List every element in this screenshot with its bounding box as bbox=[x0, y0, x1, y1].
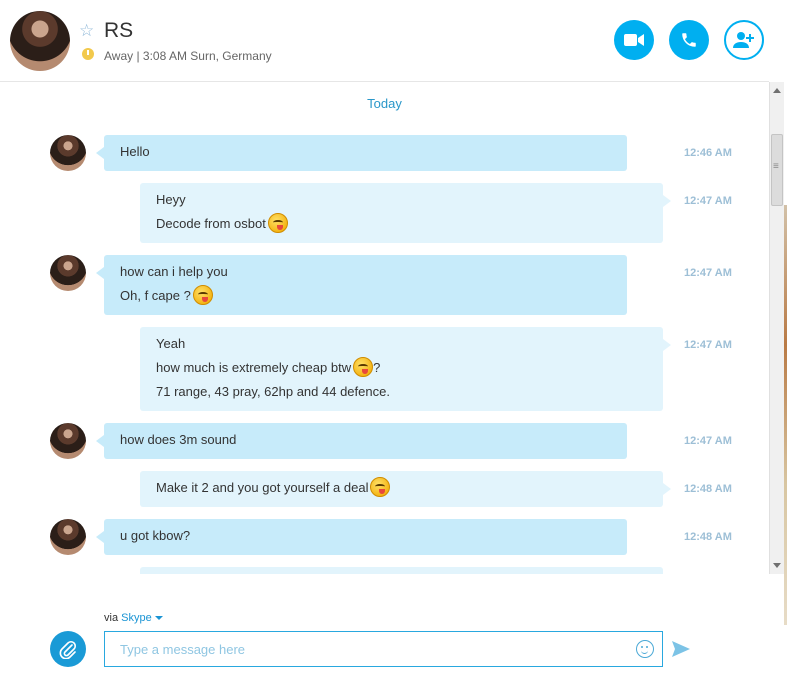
phone-icon bbox=[682, 33, 696, 47]
scroll-down-icon[interactable] bbox=[773, 563, 781, 568]
message-text: Heyy bbox=[156, 192, 186, 207]
message-text: how can i help you bbox=[120, 264, 228, 279]
message-time: 12:47 AM bbox=[684, 267, 732, 279]
chevron-down-icon[interactable] bbox=[154, 616, 163, 621]
message-text: how does 3m sound bbox=[120, 432, 237, 447]
clock-icon bbox=[82, 48, 94, 60]
sender-avatar[interactable] bbox=[50, 423, 86, 459]
message-time: 12:47 AM bbox=[684, 339, 732, 351]
message-bubble[interactable]: Hello bbox=[96, 135, 627, 171]
contact-name[interactable]: RS bbox=[104, 19, 133, 43]
message-bubble[interactable]: how can i help you Oh, f cape ? bbox=[96, 255, 627, 315]
message-text: 71 range, 43 pray, 62hp and 44 defence. bbox=[156, 384, 390, 399]
sender-avatar[interactable] bbox=[50, 135, 86, 171]
emoji-icon bbox=[267, 213, 288, 233]
message-text: how much is extremely cheap btw bbox=[156, 360, 352, 375]
audio-call-button[interactable] bbox=[669, 20, 709, 60]
message-text: Hello bbox=[120, 144, 150, 159]
contact-avatar[interactable] bbox=[10, 11, 70, 71]
contact-status: Away | 3:08 AM Surn, Germany bbox=[104, 49, 272, 63]
chat-scrollbar[interactable] bbox=[769, 82, 784, 574]
message-bubble[interactable]: how does 3m sound bbox=[96, 423, 627, 459]
star-icon[interactable]: ☆ bbox=[79, 22, 94, 39]
scroll-up-icon[interactable] bbox=[773, 88, 781, 93]
message-time: 12:48 AM bbox=[684, 531, 732, 543]
date-divider: Today bbox=[367, 96, 402, 111]
scroll-thumb[interactable] bbox=[771, 134, 783, 206]
message-bubble[interactable]: u got kbow? bbox=[96, 519, 627, 555]
conversation-header: ☆ RS Away | 3:08 AM Surn, Germany bbox=[0, 0, 769, 82]
send-icon bbox=[672, 641, 690, 657]
sender-avatar[interactable] bbox=[50, 255, 86, 291]
service-name[interactable]: Skype bbox=[121, 612, 152, 624]
message-text: ? bbox=[373, 360, 381, 375]
message-time: 12:46 AM bbox=[684, 147, 732, 159]
add-contact-button[interactable] bbox=[724, 20, 764, 60]
message-text: Yeah bbox=[156, 336, 186, 351]
message-text: Make it 2 and you got yourself a deal bbox=[156, 480, 369, 495]
message-bubble-partial[interactable] bbox=[140, 567, 663, 574]
message-text: Decode from osbot bbox=[156, 216, 266, 231]
service-selector[interactable]: via Skype bbox=[104, 612, 163, 624]
smiley-icon[interactable] bbox=[636, 640, 654, 658]
add-contact-icon bbox=[733, 32, 754, 48]
video-call-icon bbox=[624, 34, 644, 46]
emoji-icon bbox=[192, 285, 213, 305]
attach-button[interactable] bbox=[50, 631, 86, 667]
message-bubble[interactable]: Yeah how much is extremely cheap btw? 71… bbox=[140, 327, 671, 411]
message-bubble[interactable]: Heyy Decode from osbot bbox=[140, 183, 671, 243]
message-input[interactable] bbox=[104, 631, 663, 667]
attach-icon bbox=[59, 640, 77, 659]
emoji-icon bbox=[353, 357, 374, 377]
message-text: Oh, f cape ? bbox=[120, 288, 191, 303]
send-button[interactable] bbox=[672, 641, 690, 662]
message-list[interactable]: Today Hello 12:46 AM Heyy Decode from os… bbox=[0, 82, 769, 574]
video-call-button[interactable] bbox=[614, 20, 654, 60]
message-time: 12:48 AM bbox=[684, 483, 732, 495]
emoji-icon bbox=[370, 477, 391, 497]
message-time: 12:47 AM bbox=[684, 435, 732, 447]
message-text: u got kbow? bbox=[120, 528, 191, 543]
message-time: 12:47 AM bbox=[684, 195, 732, 207]
sender-avatar[interactable] bbox=[50, 519, 86, 555]
message-bubble[interactable]: Make it 2 and you got yourself a deal bbox=[140, 471, 671, 507]
via-label: via bbox=[104, 612, 119, 624]
